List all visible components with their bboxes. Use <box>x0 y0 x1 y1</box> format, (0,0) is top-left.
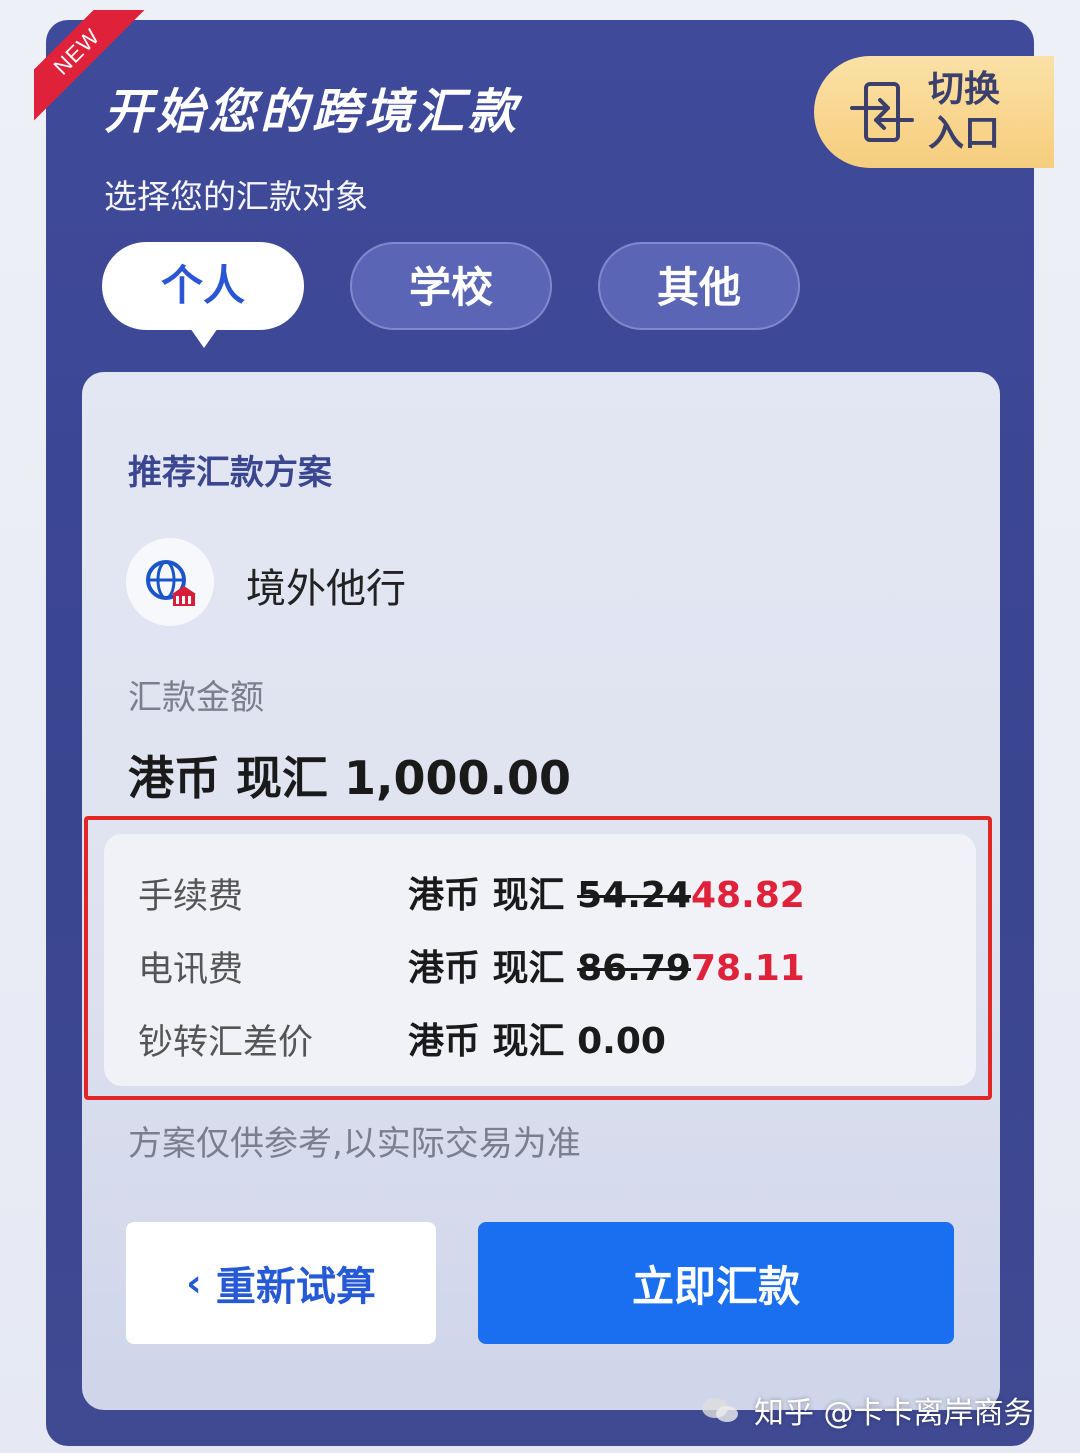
page-title: 开始您的跨境汇款 <box>104 84 521 140</box>
switch-entry-button[interactable]: 切换 入口 <box>814 56 1054 168</box>
plan-disclaimer: 方案仅供参考,以实际交易为准 <box>128 1124 581 1164</box>
tab-individual[interactable]: 个人 <box>102 242 304 348</box>
amount-label: 汇款金额 <box>128 678 264 718</box>
remit-now-label: 立即汇款 <box>631 1261 800 1311</box>
switch-icon <box>850 82 914 142</box>
recalculate-button[interactable]: ‹ 重新试算 <box>126 1222 436 1344</box>
new-badge-text: NEW <box>34 10 150 125</box>
watermark: 知乎 @卡卡离岸商务 <box>700 1388 1034 1432</box>
tab-school[interactable]: 学校 <box>350 242 552 330</box>
page-subtitle: 选择您的汇款对象 <box>104 177 368 216</box>
chevron-left-icon: ‹ <box>186 1261 202 1305</box>
amount-value: 港币 现汇 1,000.00 <box>128 751 572 805</box>
plan-section-title: 推荐汇款方案 <box>128 453 332 493</box>
watermark-text: 知乎 @卡卡离岸商务 <box>754 1396 1034 1431</box>
highlight-frame <box>84 816 992 1100</box>
switch-entry-label: 切换 入口 <box>928 69 1001 154</box>
tab-other[interactable]: 其他 <box>598 242 800 330</box>
globe-bank-icon <box>146 560 196 606</box>
wechat-icon <box>702 1398 738 1422</box>
bank-name: 境外他行 <box>246 566 406 612</box>
remit-now-button[interactable]: 立即汇款 <box>478 1222 954 1344</box>
new-badge: NEW <box>34 10 154 130</box>
recalculate-label: 重新试算 <box>215 1264 376 1310</box>
bank-logo <box>126 538 214 626</box>
